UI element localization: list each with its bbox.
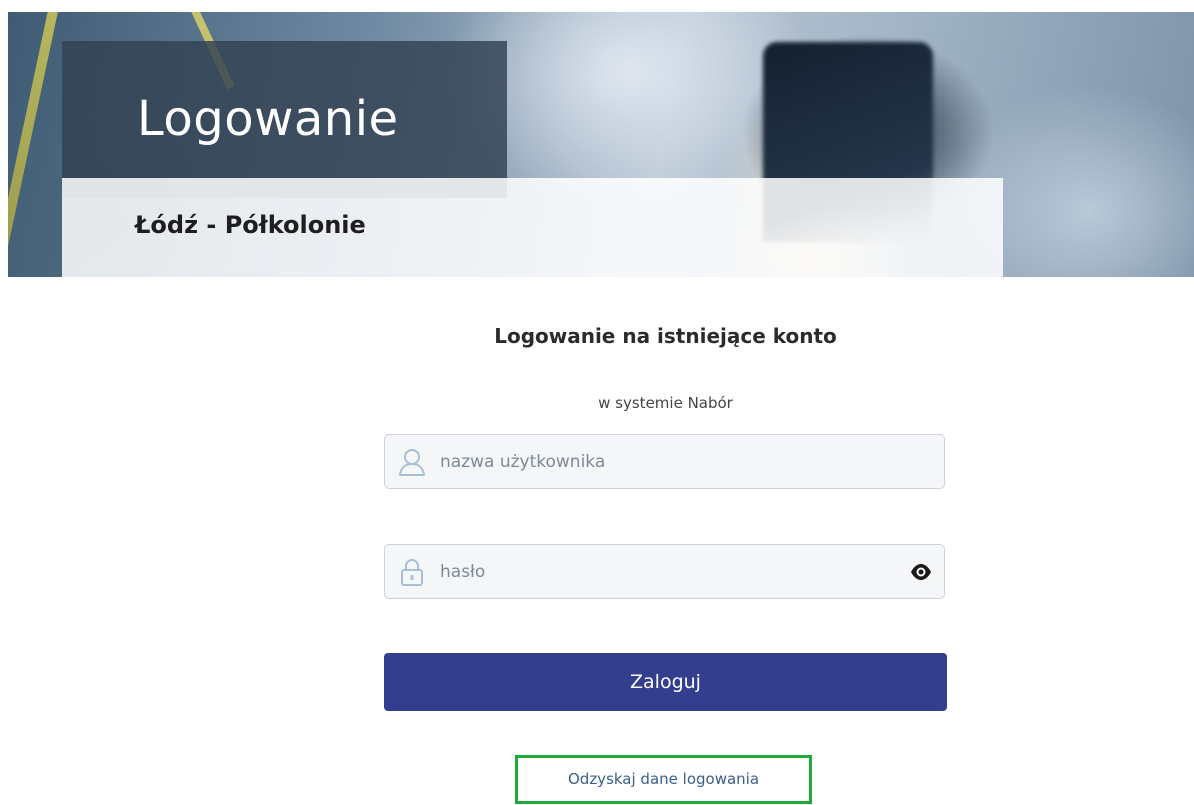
form-heading: Logowanie na istniejące konto: [494, 324, 837, 348]
subtitle-panel: Łódź - Półkolonie: [62, 178, 1003, 277]
password-input[interactable]: [440, 545, 880, 598]
page-subtitle: Łódź - Półkolonie: [135, 211, 366, 239]
password-field[interactable]: [384, 544, 945, 599]
title-panel: Logowanie: [62, 41, 507, 198]
login-page: Logowanie Łódź - Półkolonie Logowanie na…: [0, 0, 1194, 805]
page-title: Logowanie: [137, 91, 399, 147]
lock-icon: [397, 557, 427, 587]
eye-icon[interactable]: [910, 562, 932, 582]
recover-login-link[interactable]: Odzyskaj dane logowania: [518, 758, 809, 801]
user-icon: [397, 447, 427, 477]
recover-highlight: Odzyskaj dane logowania: [515, 755, 812, 804]
username-field[interactable]: [384, 434, 945, 489]
login-button[interactable]: Zaloguj: [384, 653, 947, 711]
form-subheading: w systemie Nabór: [598, 394, 733, 412]
hero-decoration: [8, 12, 62, 277]
username-input[interactable]: [440, 435, 880, 488]
